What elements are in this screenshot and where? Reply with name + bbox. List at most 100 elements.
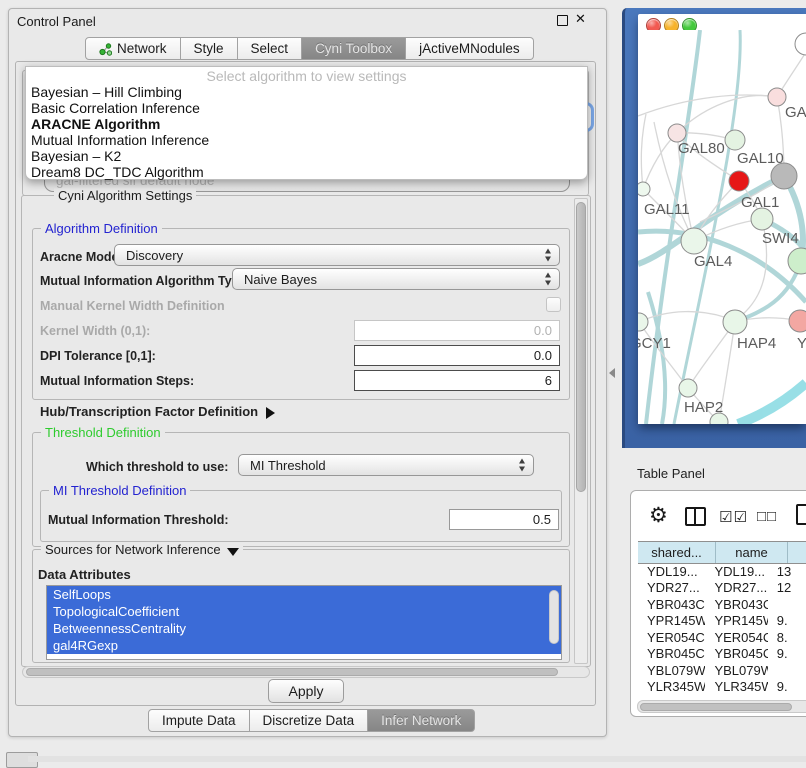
table-cell: 13 bbox=[768, 563, 806, 580]
table-cell bbox=[768, 596, 806, 613]
attribute-item-gal4rgexp[interactable]: gal4RGexp bbox=[47, 637, 561, 654]
apply-button[interactable]: Apply bbox=[268, 679, 344, 703]
close-icon[interactable]: ✕ bbox=[575, 11, 586, 27]
tab-discretize-data[interactable]: Discretize Data bbox=[250, 709, 369, 732]
network-node-swi4[interactable] bbox=[788, 248, 806, 274]
table-hscrollbar-thumb[interactable] bbox=[640, 703, 792, 711]
network-node-gcy1[interactable] bbox=[638, 313, 648, 331]
table-panel: ⚙ ☑☑ □□ shared...nameA YDL19...YDL19...1… bbox=[630, 490, 806, 717]
tab-style[interactable]: Style bbox=[181, 37, 238, 60]
table-cell: YLR345W bbox=[705, 679, 767, 696]
tab-jactivemnodules[interactable]: jActiveMNodules bbox=[406, 37, 534, 60]
tab-select[interactable]: Select bbox=[238, 37, 303, 60]
table-hscrollbar[interactable] bbox=[637, 700, 806, 713]
tab-impute-data[interactable]: Impute Data bbox=[148, 709, 250, 732]
table-row[interactable]: YBL079WYBL079W bbox=[638, 662, 806, 679]
gear-icon[interactable]: ⚙ bbox=[649, 503, 668, 528]
network-node-gal[interactable] bbox=[768, 88, 786, 106]
tab-cyni-toolbox[interactable]: Cyni Toolbox bbox=[302, 37, 406, 60]
table-row[interactable]: YBR043CYBR043C bbox=[638, 596, 806, 613]
network-node-unlabeled[interactable] bbox=[729, 171, 749, 191]
table-cell: YDL19... bbox=[705, 563, 767, 580]
table-row[interactable]: YDL19...YDL19...13 bbox=[638, 563, 806, 580]
algorithm-option-basic-correlation-inference[interactable]: Basic Correlation Inference bbox=[26, 100, 587, 116]
algorithm-option-aracne-algorithm[interactable]: ARACNE Algorithm bbox=[26, 116, 587, 132]
kernel-width-field[interactable]: 0.0 bbox=[354, 320, 560, 341]
stepper-arrows-icon bbox=[545, 273, 552, 286]
network-node-y[interactable] bbox=[789, 310, 806, 332]
tab-label: Select bbox=[251, 41, 289, 56]
data-attributes-list[interactable]: SelfLoopsTopologicalCoefficientBetweenne… bbox=[46, 585, 562, 660]
network-node-gal1[interactable] bbox=[751, 208, 773, 230]
algorithm-option-bayesian-hill-climbing[interactable]: Bayesian – Hill Climbing bbox=[26, 84, 587, 100]
network-node-unlabeled[interactable] bbox=[771, 163, 797, 189]
columns-icon[interactable] bbox=[685, 507, 706, 526]
hub-definition-toggle[interactable]: Hub/Transcription Factor Definition bbox=[40, 404, 275, 419]
network-node-hap4[interactable] bbox=[723, 310, 747, 334]
tab-infer-network[interactable]: Infer Network bbox=[368, 709, 475, 732]
column-header-name[interactable]: name bbox=[716, 542, 788, 563]
mi-type-combo[interactable]: Naive Bayes bbox=[232, 268, 560, 290]
dpi-tolerance-field[interactable]: 0.0 bbox=[354, 345, 560, 366]
node-label-hap4: HAP4 bbox=[737, 335, 776, 352]
node-label-gal: GAL bbox=[785, 104, 806, 121]
attributes-scrollbar-thumb[interactable] bbox=[549, 590, 559, 644]
attribute-item-topologicalcoefficient[interactable]: TopologicalCoefficient bbox=[47, 603, 561, 620]
unchecked-pair-icon[interactable]: □□ bbox=[757, 508, 777, 525]
table-row[interactable]: YER054CYER054C8. bbox=[638, 629, 806, 646]
algorithm-option-dream8-dc-tdc-algorithm[interactable]: Dream8 DC_TDC Algorithm bbox=[26, 164, 587, 180]
column-header-a[interactable]: A bbox=[788, 542, 806, 563]
which-threshold-value: MI Threshold bbox=[250, 458, 326, 473]
table-rows: YDL19...YDL19...13YDR27...YDR27...12YBR0… bbox=[638, 563, 806, 699]
network-node-unlabeled[interactable] bbox=[795, 33, 806, 55]
network-node-gal11[interactable] bbox=[638, 182, 650, 196]
tab-network[interactable]: Network bbox=[85, 37, 181, 60]
network-node-hap2[interactable] bbox=[679, 379, 697, 397]
manual-kernel-checkbox[interactable] bbox=[546, 297, 561, 312]
network-node-gal10[interactable] bbox=[725, 130, 745, 150]
table-row[interactable]: YBR045CYBR045C9. bbox=[638, 646, 806, 663]
split-pane-collapse-icon[interactable] bbox=[609, 368, 615, 378]
mi-steps-field[interactable]: 6 bbox=[354, 370, 560, 391]
table-row[interactable]: YDR27...YDR27...12 bbox=[638, 580, 806, 597]
dpi-tolerance-label: DPI Tolerance [0,1]: bbox=[40, 349, 156, 363]
table-cell: YBR043C bbox=[705, 596, 767, 613]
table-cell: YDL19... bbox=[638, 563, 705, 580]
manual-kernel-label: Manual Kernel Width Definition bbox=[40, 299, 225, 313]
table-cell: 12 bbox=[768, 580, 806, 597]
float-window-icon[interactable] bbox=[557, 15, 568, 26]
table-cell: YLR345W bbox=[638, 679, 705, 696]
stepper-arrows-icon bbox=[545, 249, 552, 262]
network-window: GALGAL80GAL10GAL1GAL11SWI4GAL4GCY1HAP4YH… bbox=[638, 14, 806, 424]
algorithm-option-bayesian-k2[interactable]: Bayesian – K2 bbox=[26, 148, 587, 164]
network-canvas[interactable]: GALGAL80GAL10GAL1GAL11SWI4GAL4GCY1HAP4YH… bbox=[638, 30, 806, 424]
document-icon[interactable] bbox=[796, 504, 806, 525]
mi-threshold-field[interactable]: 0.5 bbox=[449, 509, 559, 530]
attribute-item-selfloops[interactable]: SelfLoops bbox=[47, 586, 561, 603]
table-header-row: shared...nameA bbox=[638, 541, 806, 564]
network-node-gal4[interactable] bbox=[681, 228, 707, 254]
mi-type-label: Mutual Information Algorithm Type: bbox=[40, 274, 250, 288]
table-cell: YPR145W bbox=[638, 613, 705, 630]
settings-hscrollbar-thumb[interactable] bbox=[26, 668, 558, 676]
algorithm-option-mutual-information-inference[interactable]: Mutual Information Inference bbox=[26, 132, 587, 148]
table-row[interactable]: YLR345WYLR345W9. bbox=[638, 679, 806, 696]
aracne-mode-label: Aracne Mode: bbox=[40, 250, 123, 264]
aracne-mode-combo[interactable]: Discovery bbox=[114, 244, 560, 266]
table-cell: YBR045C bbox=[638, 646, 705, 663]
data-attributes-label: Data Attributes bbox=[38, 567, 131, 582]
which-threshold-combo[interactable]: MI Threshold bbox=[238, 454, 534, 476]
column-header-shared[interactable]: shared... bbox=[638, 542, 716, 563]
control-panel-tabs: NetworkStyle Select Cyni ToolboxjActiveMNo… bbox=[85, 37, 534, 60]
attribute-item-betweennesscentrality[interactable]: BetweennessCentrality bbox=[47, 620, 561, 637]
sources-title[interactable]: Sources for Network Inference bbox=[41, 542, 243, 557]
checked-pair-icon[interactable]: ☑☑ bbox=[719, 508, 748, 526]
settings-scrollbar-thumb[interactable] bbox=[576, 202, 586, 492]
settings-scrollbar[interactable] bbox=[574, 198, 588, 664]
node-label-gal1: GAL1 bbox=[741, 194, 779, 211]
table-row[interactable]: YIL052CYIL052C9. bbox=[638, 695, 806, 699]
settings-hscrollbar[interactable] bbox=[22, 666, 590, 678]
algorithm-dropdown-list: Select algorithm to view settingsBayesia… bbox=[25, 66, 588, 180]
table-row[interactable]: YPR145WYPR145W9. bbox=[638, 613, 806, 630]
table-cell: YIL052C bbox=[638, 695, 705, 699]
